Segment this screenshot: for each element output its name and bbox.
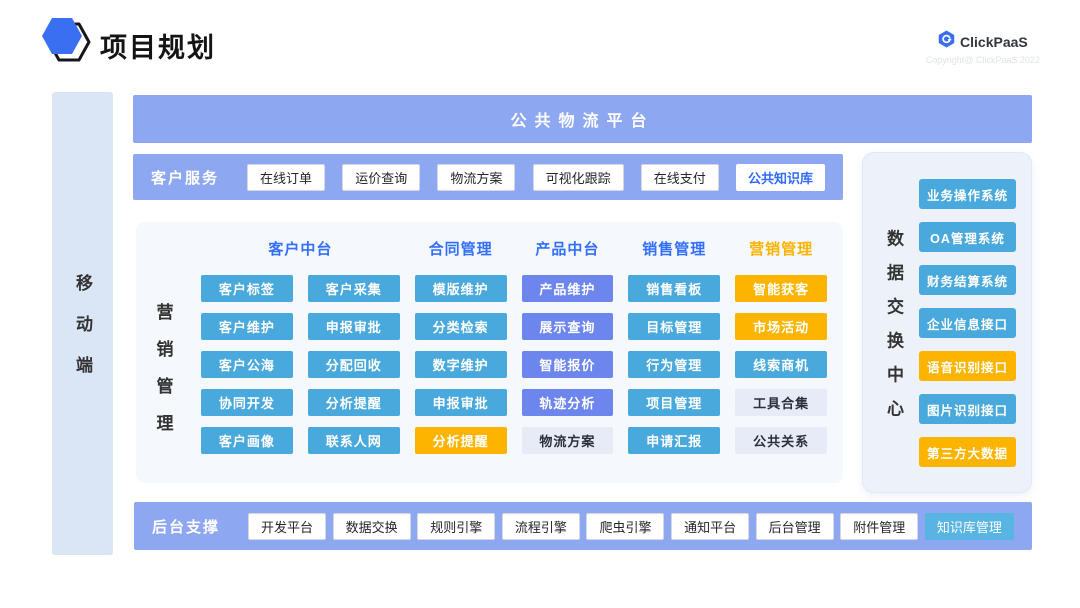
data-exchange-panel: 数据交换中心 业务操作系统 OA管理系统财务结算系统企业信息接口语音识别接口图片识… bbox=[862, 152, 1032, 493]
matrix-grid: 营销管理 客户中台合同管理产品中台销售管理营销管理客户标签客户采集模版维护产品维… bbox=[136, 222, 843, 458]
backend-support-button[interactable]: 流程引擎 bbox=[502, 513, 580, 540]
data-exchange-side-label-box: 数据交换中心 bbox=[881, 212, 906, 433]
app-canvas: 项目规划 ClickPaaS Copyright@ ClickPaaS 2022… bbox=[0, 0, 1080, 608]
brand: ClickPaaS Copyright@ ClickPaaS 2022 bbox=[926, 30, 1040, 65]
backend-support-button[interactable]: 知识库管理 bbox=[925, 513, 1014, 540]
matrix-cell[interactable]: 申报审批 bbox=[415, 389, 507, 416]
matrix-cell[interactable]: 数字维护 bbox=[415, 351, 507, 378]
customer-service-button[interactable]: 在线订单 bbox=[247, 164, 325, 191]
brand-copyright: Copyright@ ClickPaaS 2022 bbox=[926, 55, 1040, 65]
data-exchange-button[interactable]: OA管理系统 bbox=[919, 222, 1016, 252]
matrix-cell[interactable]: 产品维护 bbox=[522, 275, 614, 302]
customer-service-button[interactable]: 物流方案 bbox=[437, 164, 515, 191]
backend-support-button[interactable]: 爬虫引擎 bbox=[586, 513, 664, 540]
platform-banner-label: 公共物流平台 bbox=[510, 107, 654, 131]
matrix-column-header: 产品中台 bbox=[522, 228, 614, 268]
matrix-cell[interactable]: 市场活动 bbox=[735, 313, 827, 340]
matrix-cell[interactable]: 目标管理 bbox=[628, 313, 720, 340]
matrix-cell[interactable]: 工具合集 bbox=[735, 389, 827, 416]
customer-service-buttons: 在线订单运价查询物流方案可视化跟踪在线支付公共知识库 bbox=[247, 164, 825, 191]
matrix-cell[interactable]: 分配回收 bbox=[308, 351, 400, 378]
data-exchange-button[interactable]: 语音识别接口 bbox=[919, 351, 1016, 381]
matrix-cell[interactable]: 申报审批 bbox=[308, 313, 400, 340]
matrix-cell[interactable]: 客户画像 bbox=[201, 427, 293, 454]
customer-service-label: 客户服务 bbox=[151, 167, 219, 188]
backend-support-row: 后台支撑 开发平台数据交换规则引擎流程引擎爬虫引擎通知平台后台管理附件管理知识库… bbox=[134, 502, 1032, 550]
matrix-cell[interactable]: 销售看板 bbox=[628, 275, 720, 302]
matrix-column-header: 营销管理 bbox=[735, 228, 827, 268]
matrix-cell[interactable]: 线索商机 bbox=[735, 351, 827, 378]
data-exchange-button[interactable]: 业务操作系统 bbox=[919, 179, 1016, 209]
data-exchange-button[interactable]: 第三方大数据 bbox=[919, 437, 1016, 467]
matrix-cell[interactable]: 物流方案 bbox=[522, 427, 614, 454]
matrix-cell[interactable]: 公共关系 bbox=[735, 427, 827, 454]
backend-support-button[interactable]: 数据交换 bbox=[333, 513, 411, 540]
matrix-cell[interactable]: 分析提醒 bbox=[308, 389, 400, 416]
matrix-cell[interactable]: 联系人网 bbox=[308, 427, 400, 454]
backend-support-button[interactable]: 后台管理 bbox=[756, 513, 834, 540]
data-exchange-buttons: 业务操作系统 OA管理系统财务结算系统企业信息接口语音识别接口图片识别接口第三方大… bbox=[919, 179, 1016, 467]
matrix-cell[interactable]: 项目管理 bbox=[628, 389, 720, 416]
backend-support-button[interactable]: 附件管理 bbox=[840, 513, 918, 540]
customer-service-button[interactable]: 公共知识库 bbox=[736, 164, 825, 191]
backend-support-label: 后台支撑 bbox=[152, 516, 220, 537]
matrix-cell[interactable]: 轨迹分析 bbox=[522, 389, 614, 416]
matrix-cell[interactable]: 展示查询 bbox=[522, 313, 614, 340]
data-exchange-button[interactable]: 图片识别接口 bbox=[919, 394, 1016, 424]
hexagon-logo-icon bbox=[40, 16, 94, 73]
matrix-cell[interactable]: 客户标签 bbox=[201, 275, 293, 302]
customer-service-row: 客户服务 在线订单运价查询物流方案可视化跟踪在线支付公共知识库 bbox=[133, 154, 843, 200]
customer-service-button[interactable]: 在线支付 bbox=[641, 164, 719, 191]
customer-service-button[interactable]: 运价查询 bbox=[342, 164, 420, 191]
backend-support-button[interactable]: 规则引擎 bbox=[417, 513, 495, 540]
matrix-cell[interactable]: 分类检索 bbox=[415, 313, 507, 340]
platform-banner: 公共物流平台 bbox=[133, 95, 1032, 143]
brand-name: ClickPaaS bbox=[960, 34, 1028, 50]
marketing-side-label-box: 营销管理 bbox=[140, 275, 186, 458]
data-exchange-button[interactable]: 财务结算系统 bbox=[919, 265, 1016, 295]
backend-support-buttons: 开发平台数据交换规则引擎流程引擎爬虫引擎通知平台后台管理附件管理知识库管理 bbox=[248, 513, 1014, 540]
page-title: 项目规划 bbox=[100, 26, 216, 65]
matrix-panel: 营销管理 客户中台合同管理产品中台销售管理营销管理客户标签客户采集模版维护产品维… bbox=[136, 222, 843, 483]
matrix-cell[interactable]: 协同开发 bbox=[201, 389, 293, 416]
backend-support-button[interactable]: 通知平台 bbox=[671, 513, 749, 540]
matrix-cell[interactable]: 行为管理 bbox=[628, 351, 720, 378]
matrix-cell[interactable]: 客户维护 bbox=[201, 313, 293, 340]
customer-service-button[interactable]: 可视化跟踪 bbox=[533, 164, 624, 191]
brand-logo-icon bbox=[938, 30, 955, 53]
matrix-column-header: 合同管理 bbox=[415, 228, 507, 268]
matrix-column-header: 客户中台 bbox=[201, 228, 400, 268]
matrix-column-header: 销售管理 bbox=[628, 228, 720, 268]
matrix-cell[interactable]: 智能获客 bbox=[735, 275, 827, 302]
mobile-sidebar-label: 移动端 bbox=[70, 250, 95, 397]
matrix-cell[interactable]: 客户公海 bbox=[201, 351, 293, 378]
matrix-cell[interactable]: 申请汇报 bbox=[628, 427, 720, 454]
matrix-cell[interactable]: 智能报价 bbox=[522, 351, 614, 378]
mobile-sidebar: 移动端 bbox=[52, 92, 113, 555]
data-exchange-button[interactable]: 企业信息接口 bbox=[919, 308, 1016, 338]
matrix-cell[interactable]: 客户采集 bbox=[308, 275, 400, 302]
data-exchange-side-label: 数据交换中心 bbox=[881, 212, 906, 433]
backend-support-button[interactable]: 开发平台 bbox=[248, 513, 326, 540]
marketing-side-label: 营销管理 bbox=[151, 283, 176, 451]
matrix-cell[interactable]: 分析提醒 bbox=[415, 427, 507, 454]
matrix-cell[interactable]: 模版维护 bbox=[415, 275, 507, 302]
